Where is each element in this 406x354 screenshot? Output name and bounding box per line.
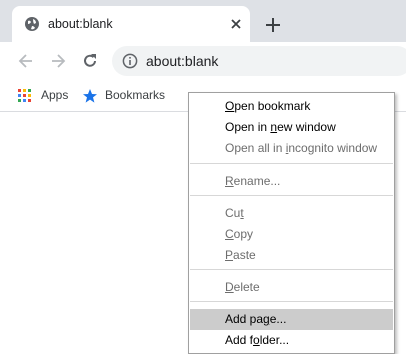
menu-open-all-incognito[interactable]: Open all in incognito window xyxy=(190,138,393,159)
menu-open-in-new-window[interactable]: Open in new window xyxy=(190,117,393,138)
menu-copy-label: Copy xyxy=(225,227,254,241)
menu-add-page-label: Add page... xyxy=(225,312,287,326)
menu-open-bookmark[interactable]: Open bookmark xyxy=(190,96,393,117)
back-arrow-icon[interactable] xyxy=(17,52,35,70)
menu-cut[interactable]: Cut xyxy=(190,203,393,224)
tab-title: about:blank xyxy=(48,17,113,31)
menu-open-in-new-window-label: Open in new window xyxy=(225,120,336,134)
menu-add-folder-label: Add folder... xyxy=(225,333,290,347)
menu-open-all-incognito-label: Open all in incognito window xyxy=(225,141,378,155)
forward-arrow-icon[interactable] xyxy=(49,52,67,70)
menu-open-bookmark-label: Open bookmark xyxy=(225,99,311,113)
tab-about-blank[interactable]: about:blank xyxy=(12,6,250,42)
menu-separator xyxy=(190,301,393,302)
apps-grid-icon xyxy=(18,89,31,102)
menu-paste-label: Paste xyxy=(225,248,256,262)
menu-add-folder[interactable]: Add folder... xyxy=(190,330,393,351)
bookmark-apps[interactable]: Apps xyxy=(18,86,70,106)
info-icon[interactable] xyxy=(122,53,138,69)
new-tab-plus-icon[interactable] xyxy=(264,16,282,34)
menu-separator xyxy=(190,269,393,270)
bookmark-bookmarks-folder[interactable]: Bookmarks xyxy=(82,86,166,106)
star-icon xyxy=(83,89,97,103)
bookmark-context-menu: Open bookmark Open in new window Open al… xyxy=(188,92,395,354)
menu-add-page[interactable]: Add page... xyxy=(190,309,393,330)
menu-rename-label: Rename... xyxy=(225,174,281,188)
menu-separator xyxy=(190,163,393,164)
menu-cut-label: Cut xyxy=(225,206,244,220)
close-icon[interactable] xyxy=(230,18,242,30)
omnibox[interactable]: about:blank xyxy=(112,46,406,76)
menu-separator xyxy=(190,195,393,196)
toolbar: about:blank xyxy=(0,42,406,80)
bookmark-bookmarks-label: Bookmarks xyxy=(105,88,166,102)
menu-rename[interactable]: Rename... xyxy=(190,171,393,192)
omnibox-url: about:blank xyxy=(146,53,219,69)
menu-delete[interactable]: Delete xyxy=(190,277,393,298)
menu-delete-label: Delete xyxy=(225,280,260,294)
reload-icon[interactable] xyxy=(81,52,99,70)
menu-paste[interactable]: Paste xyxy=(190,245,393,266)
tab-strip: about:blank xyxy=(0,0,406,42)
menu-copy[interactable]: Copy xyxy=(190,224,393,245)
globe-icon xyxy=(25,17,39,31)
bookmark-apps-label: Apps xyxy=(41,88,69,102)
